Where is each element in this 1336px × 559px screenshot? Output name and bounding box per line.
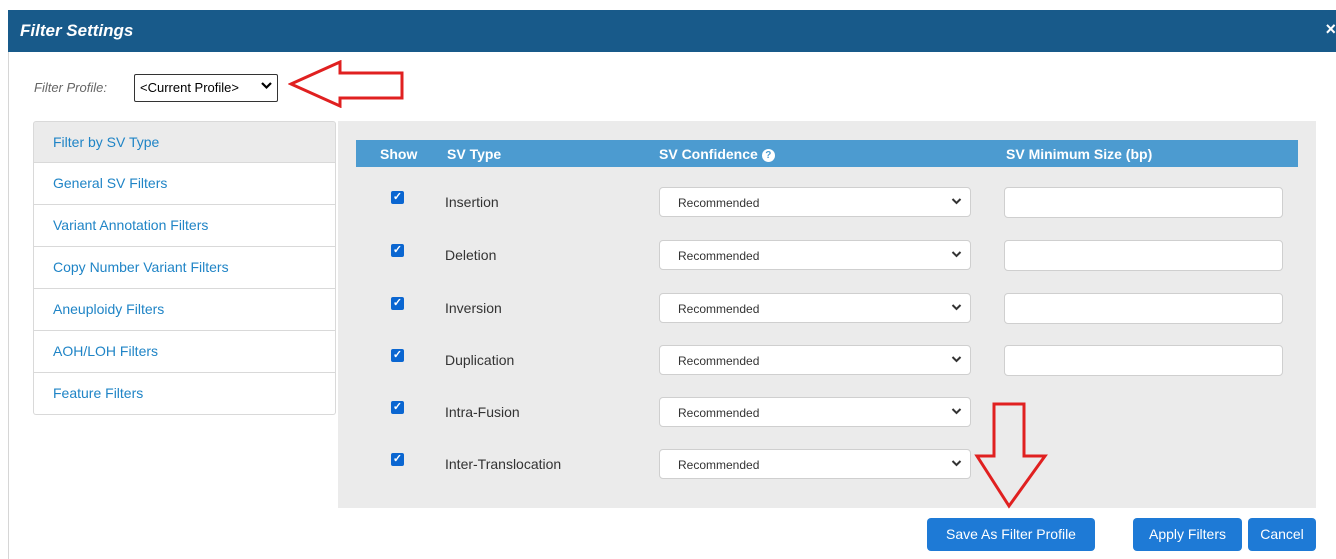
dialog-title: Filter Settings [20, 21, 134, 40]
sv-confidence-value: Recommended [678, 458, 760, 472]
header-sv-confidence: SV Confidence? [659, 146, 775, 162]
tab-variant-annotation-filters[interactable]: Variant Annotation Filters [33, 205, 336, 247]
sv-min-size-input[interactable] [1004, 240, 1283, 271]
help-icon[interactable]: ? [761, 149, 775, 162]
table-row: ✓ Inter-Translocation Recommended [338, 449, 1316, 489]
header-sv-type: SV Type [447, 146, 502, 162]
sv-confidence-value: Recommended [678, 354, 760, 368]
header-sv-min-size: SV Minimum Size (bp) [1006, 146, 1153, 162]
apply-filters-button[interactable]: Apply Filters [1133, 518, 1242, 551]
filter-profile-value: <Current Profile> [140, 80, 239, 95]
sv-type-label: Inter-Translocation [445, 456, 562, 472]
filter-tabs: Filter by SV Type General SV Filters Var… [33, 121, 336, 415]
filter-profile-select[interactable]: <Current Profile> [134, 74, 278, 102]
tab-filter-by-sv-type[interactable]: Filter by SV Type [33, 121, 336, 163]
chevron-down-icon [951, 247, 962, 264]
sv-confidence-select[interactable]: Recommended [659, 397, 971, 427]
close-icon[interactable]: × [1325, 19, 1336, 40]
sv-confidence-value: Recommended [678, 406, 760, 420]
sv-type-label: Insertion [445, 194, 499, 210]
sv-confidence-value: Recommended [678, 302, 760, 316]
tab-general-sv-filters[interactable]: General SV Filters [33, 163, 336, 205]
tab-aoh-loh-filters[interactable]: AOH/LOH Filters [33, 331, 336, 373]
chevron-down-icon [951, 456, 962, 473]
dialog-titlebar: Filter Settings × [8, 10, 1336, 52]
save-as-filter-profile-button[interactable]: Save As Filter Profile [927, 518, 1095, 551]
show-checkbox[interactable]: ✓ [391, 349, 404, 362]
show-checkbox[interactable]: ✓ [391, 191, 404, 204]
sv-confidence-select[interactable]: Recommended [659, 449, 971, 479]
table-row: ✓ Duplication Recommended [338, 345, 1316, 385]
sv-confidence-select[interactable]: Recommended [659, 187, 971, 217]
chevron-down-icon [261, 78, 272, 95]
chevron-down-icon [951, 404, 962, 421]
sv-type-label: Deletion [445, 247, 497, 263]
table-header: Show SV Type SV Confidence? SV Minimum S… [356, 140, 1298, 167]
sv-min-size-input[interactable] [1004, 345, 1283, 376]
show-checkbox[interactable]: ✓ [391, 244, 404, 257]
sv-type-panel: Show SV Type SV Confidence? SV Minimum S… [338, 121, 1316, 508]
sv-confidence-select[interactable]: Recommended [659, 345, 971, 375]
show-checkbox[interactable]: ✓ [391, 453, 404, 466]
sv-confidence-select[interactable]: Recommended [659, 293, 971, 323]
dialog-left-border [8, 52, 9, 559]
tab-aneuploidy-filters[interactable]: Aneuploidy Filters [33, 289, 336, 331]
sv-type-label: Duplication [445, 352, 515, 368]
chevron-down-icon [951, 300, 962, 317]
sv-min-size-input[interactable] [1004, 187, 1283, 218]
cancel-button[interactable]: Cancel [1248, 518, 1316, 551]
header-show: Show [380, 146, 418, 162]
left-arrow-annotation-icon [288, 60, 404, 108]
tab-feature-filters[interactable]: Feature Filters [33, 373, 336, 415]
table-row: ✓ Intra-Fusion Recommended [338, 397, 1316, 437]
header-sv-confidence-label: SV Confidence [659, 146, 758, 162]
table-row: ✓ Deletion Recommended [338, 240, 1316, 280]
chevron-down-icon [951, 194, 962, 211]
sv-type-label: Inversion [445, 300, 502, 316]
down-arrow-annotation-icon [974, 402, 1048, 509]
sv-min-size-input[interactable] [1004, 293, 1283, 324]
show-checkbox[interactable]: ✓ [391, 401, 404, 414]
show-checkbox[interactable]: ✓ [391, 297, 404, 310]
table-row: ✓ Insertion Recommended [338, 187, 1316, 227]
sv-confidence-value: Recommended [678, 196, 760, 210]
sv-confidence-value: Recommended [678, 249, 760, 263]
sv-confidence-select[interactable]: Recommended [659, 240, 971, 270]
table-row: ✓ Inversion Recommended [338, 293, 1316, 333]
tab-copy-number-variant-filters[interactable]: Copy Number Variant Filters [33, 247, 336, 289]
sv-type-label: Intra-Fusion [445, 404, 520, 420]
chevron-down-icon [951, 352, 962, 369]
filter-profile-label: Filter Profile: [34, 80, 107, 95]
